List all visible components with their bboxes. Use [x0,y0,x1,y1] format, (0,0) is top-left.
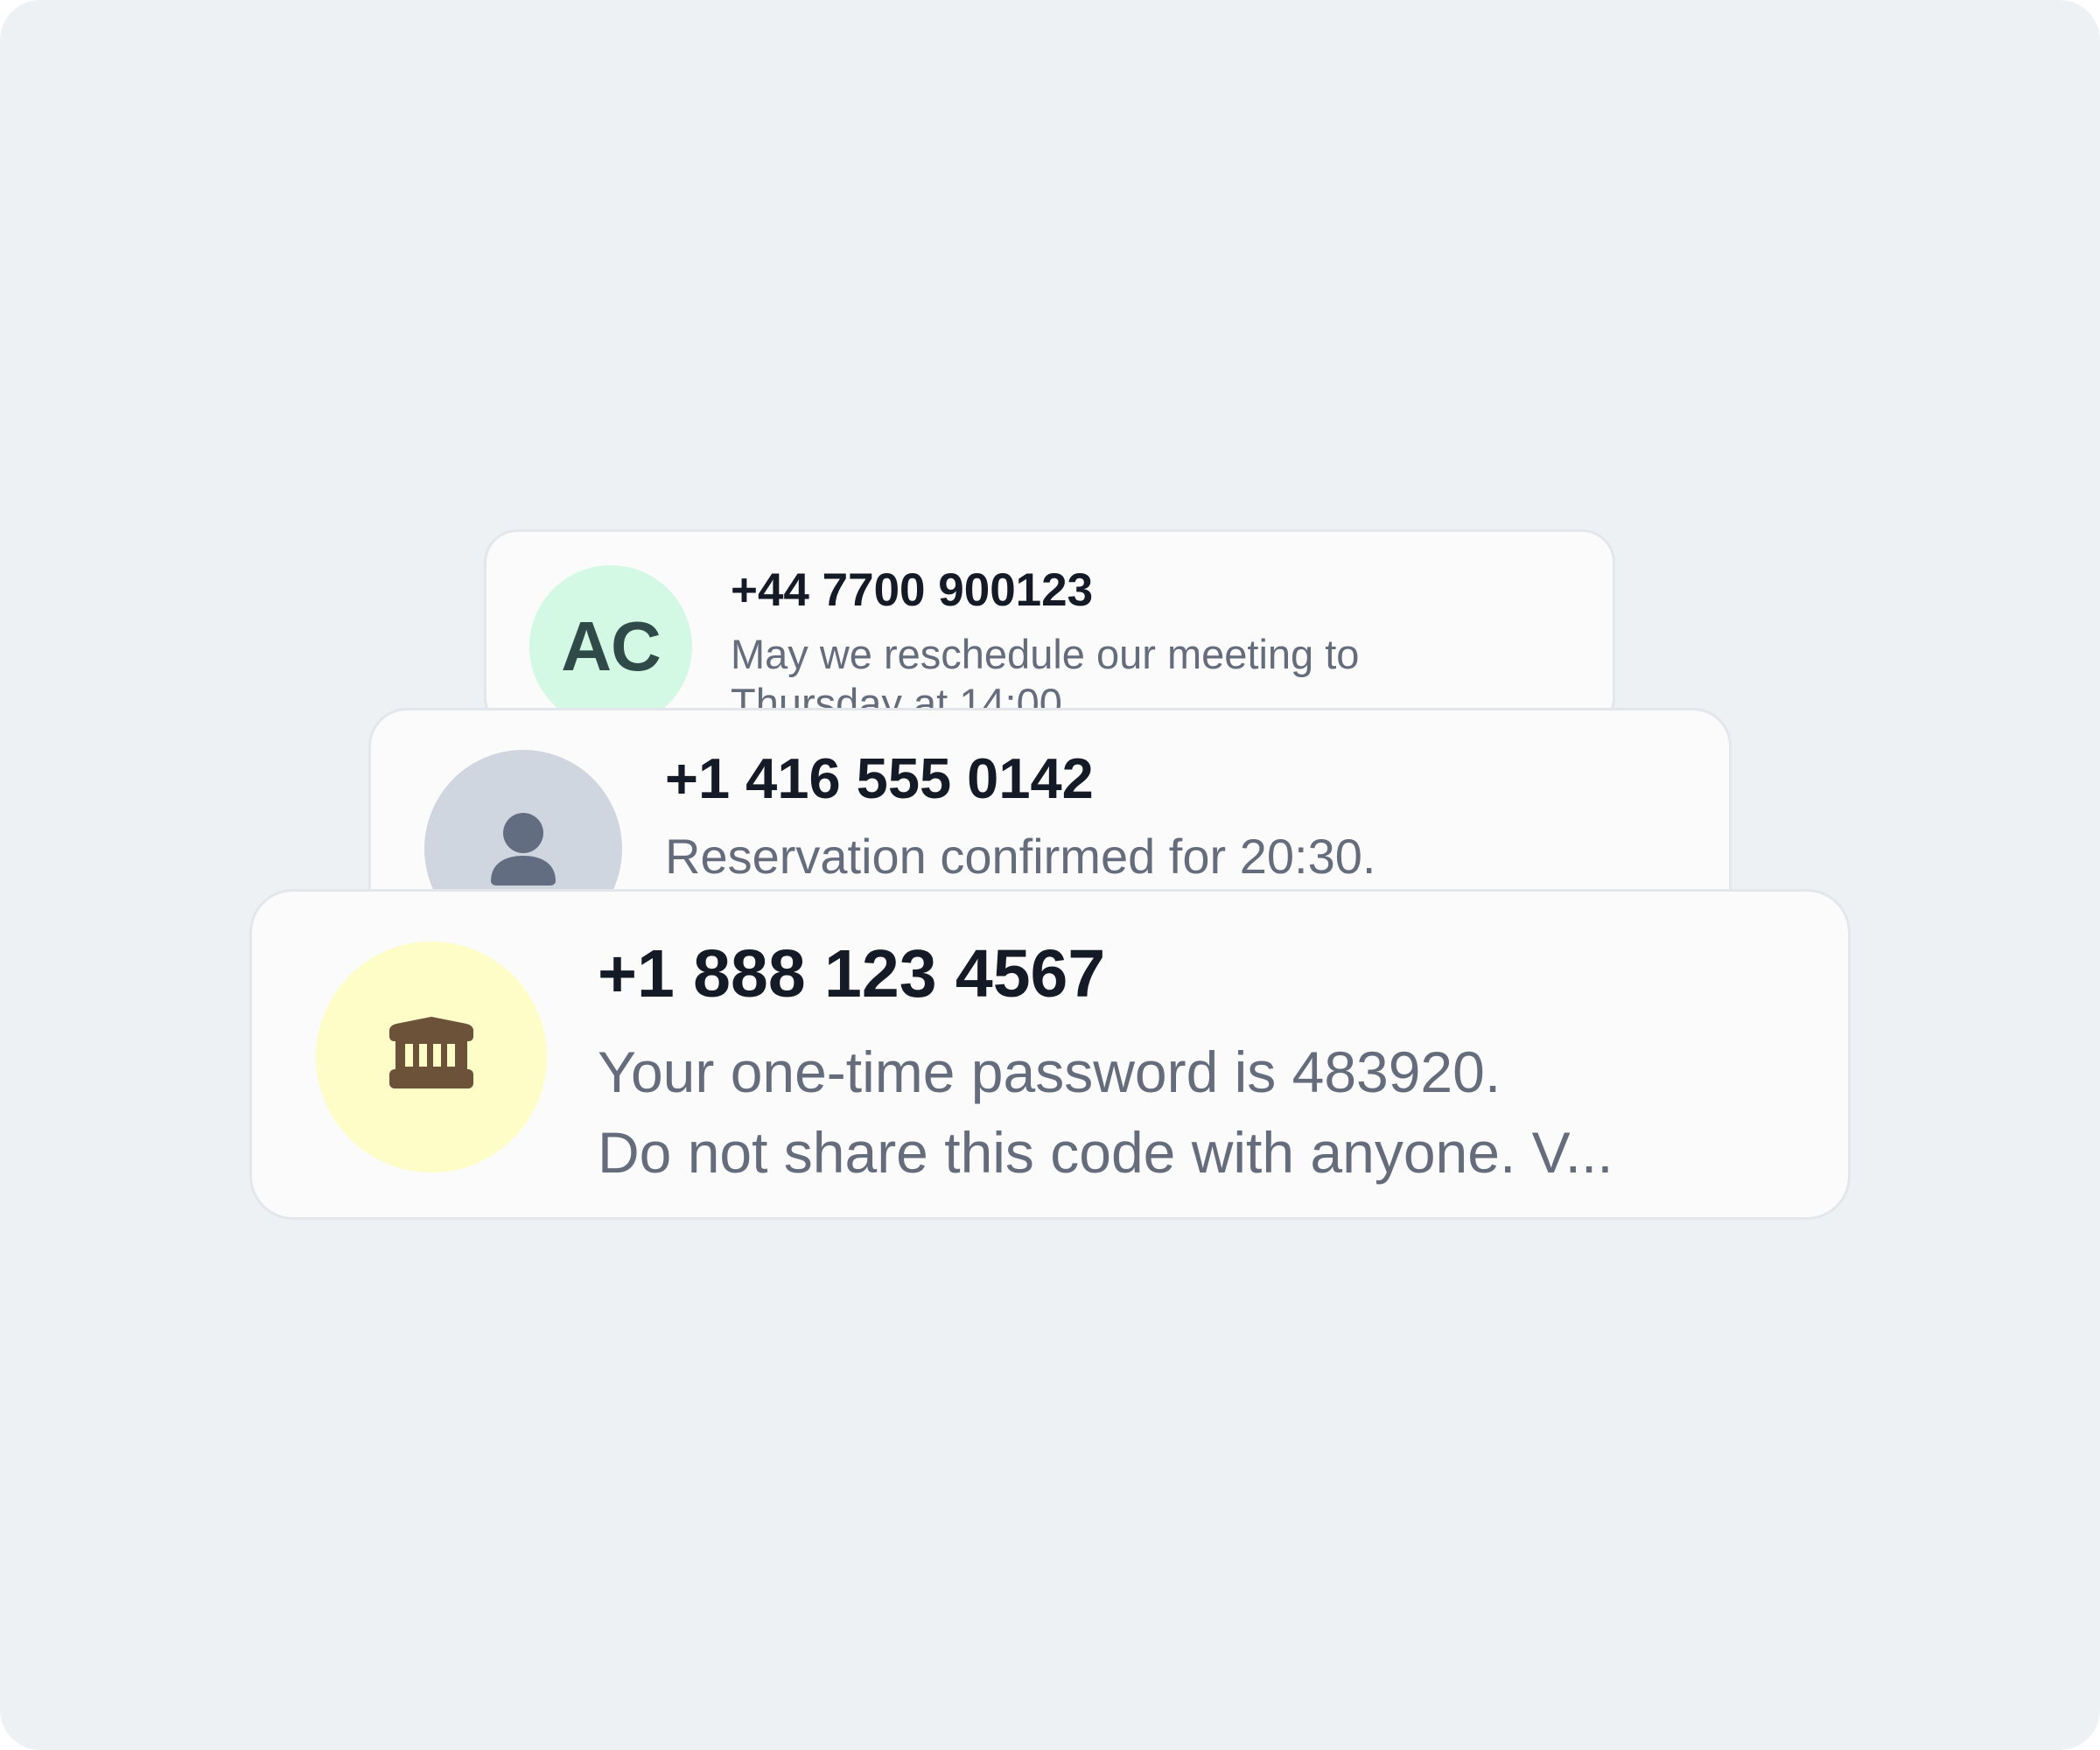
notification-card[interactable]: +1 888 123 4567 Your one-time password i… [249,889,1851,1220]
avatar [316,942,547,1172]
message-preview-line: May we reschedule our meeting to [731,631,1360,677]
avatar: AC [529,565,692,728]
message-preview-line: Reservation confirmed for 20:30. [665,829,1376,884]
notification-card[interactable]: AC +44 7700 900123 May we reschedule our… [484,529,1615,731]
sender-number: +1 888 123 4567 [598,936,1106,1012]
avatar-initials: AC [561,607,662,685]
message-preview-line: Do not share this code with anyone. V... [598,1120,1614,1185]
message-preview-line: Your one-time password is 483920. [598,1040,1502,1104]
bank-icon [389,1017,473,1088]
sender-number: +1 416 555 0142 [665,746,1094,810]
message-preview: Reservation confirmed for 20:30. [665,828,1376,886]
message-preview: Your one-time password is 483920. Do not… [598,1032,1614,1193]
sender-number: +44 7700 900123 [731,564,1094,616]
notification-stack: AC +44 7700 900123 May we reschedule our… [0,0,2100,1750]
